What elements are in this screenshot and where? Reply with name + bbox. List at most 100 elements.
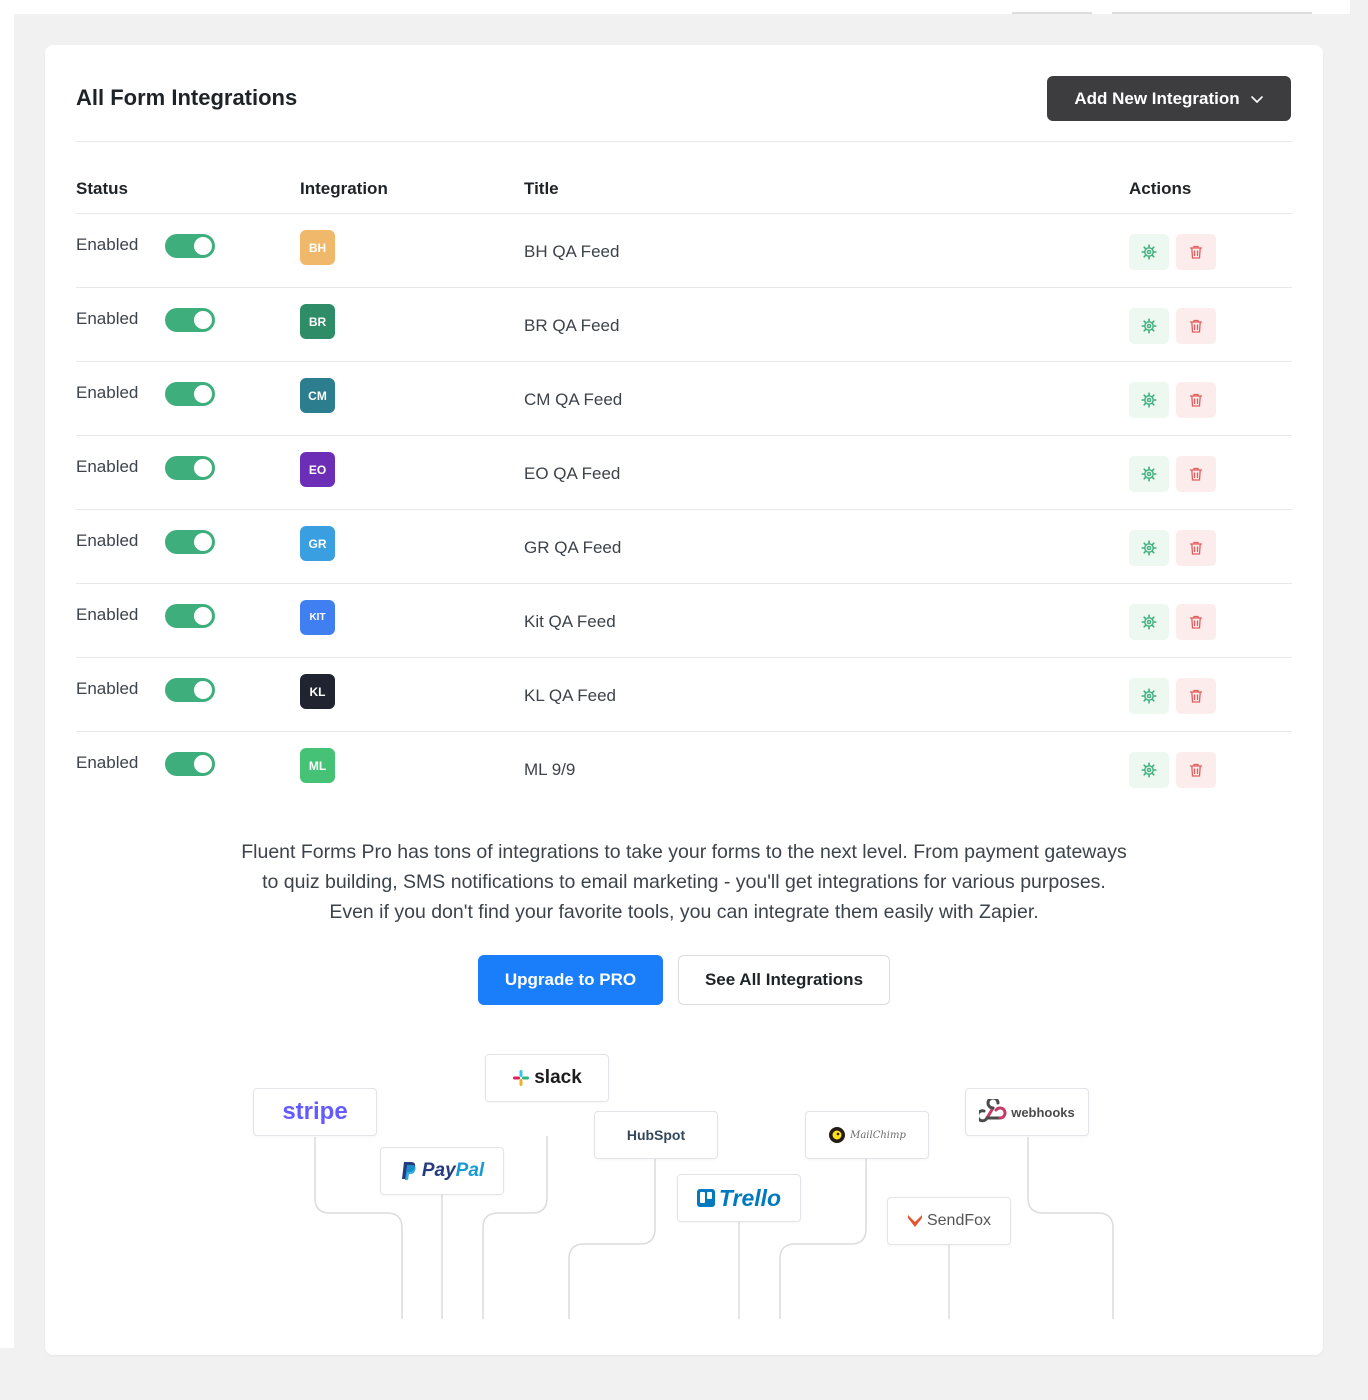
integration-title: CM QA Feed — [524, 390, 623, 409]
trash-icon — [1189, 467, 1203, 481]
slack-icon — [513, 1070, 530, 1086]
table-header: Status Integration Title Actions — [76, 165, 1292, 214]
status-toggle[interactable] — [165, 678, 215, 702]
mailchimp-wordmark: MailChimp — [850, 1129, 906, 1141]
integration-badge-icon: KIT — [300, 600, 335, 635]
gear-icon — [1141, 392, 1157, 408]
gear-icon — [1141, 540, 1157, 556]
stripe-logo: stripe — [253, 1088, 377, 1136]
delete-button[interactable] — [1176, 530, 1216, 566]
gear-icon — [1141, 762, 1157, 778]
toggle-knob — [194, 533, 212, 551]
column-header-actions: Actions — [1129, 179, 1192, 198]
toggle-knob — [194, 311, 212, 329]
table-row: Enabled BH BH QA Feed — [76, 214, 1292, 288]
integration-title: ML 9/9 — [524, 760, 576, 779]
integration-badge-icon: EO — [300, 452, 335, 487]
status-label: Enabled — [76, 309, 139, 328]
add-new-integration-button[interactable]: Add New Integration — [1047, 76, 1291, 121]
status-toggle[interactable] — [165, 752, 215, 776]
settings-button[interactable] — [1129, 530, 1169, 566]
hubspot-logo: HubSpot — [594, 1111, 718, 1159]
settings-button[interactable] — [1129, 752, 1169, 788]
trello-logo: Trello — [677, 1174, 801, 1222]
status-toggle[interactable] — [165, 456, 215, 480]
integration-title: Kit QA Feed — [524, 612, 616, 631]
trash-icon — [1189, 615, 1203, 629]
table-row: Enabled KIT Kit QA Feed — [76, 584, 1292, 658]
table-row: Enabled GR GR QA Feed — [76, 510, 1292, 584]
promo-line: to quiz building, SMS notifications to e… — [262, 871, 1106, 893]
status-toggle[interactable] — [165, 308, 215, 332]
table-row: Enabled ML ML 9/9 — [76, 732, 1292, 805]
column-header-integration: Integration — [300, 179, 388, 198]
status-toggle[interactable] — [165, 382, 215, 406]
status-label: Enabled — [76, 753, 139, 772]
promo-line: Even if you don't find your favorite too… — [329, 901, 1039, 923]
trello-icon — [696, 1189, 715, 1207]
chevron-down-icon — [1250, 95, 1263, 103]
sendfox-logo: SendFox — [887, 1197, 1011, 1245]
settings-button[interactable] — [1129, 678, 1169, 714]
delete-button[interactable] — [1176, 382, 1216, 418]
integration-title: BH QA Feed — [524, 242, 620, 261]
sendfox-icon — [907, 1215, 922, 1227]
webhooks-icon — [979, 1099, 1007, 1123]
status-label: Enabled — [76, 531, 139, 550]
toggle-knob — [194, 755, 212, 773]
table-row: Enabled KL KL QA Feed — [76, 658, 1292, 732]
integration-badge-icon: ML — [300, 748, 335, 783]
trash-icon — [1189, 319, 1203, 333]
delete-button[interactable] — [1176, 308, 1216, 344]
gear-icon — [1141, 244, 1157, 260]
sendfox-wordmark: SendFox — [926, 1212, 992, 1229]
paypal-wordmark-pay: Pay — [421, 1160, 456, 1181]
settings-button[interactable] — [1129, 604, 1169, 640]
settings-button[interactable] — [1129, 456, 1169, 492]
integration-title: BR QA Feed — [524, 316, 620, 335]
trash-icon — [1189, 245, 1203, 259]
settings-button[interactable] — [1129, 308, 1169, 344]
slack-wordmark: slack — [534, 1067, 582, 1088]
upgrade-to-pro-button[interactable]: Upgrade to PRO — [478, 955, 663, 1005]
status-toggle[interactable] — [165, 234, 215, 258]
top-bar-tab — [1012, 12, 1092, 14]
status-toggle[interactable] — [165, 530, 215, 554]
delete-button[interactable] — [1176, 752, 1216, 788]
delete-button[interactable] — [1176, 456, 1216, 492]
page-title: All Form Integrations — [76, 85, 298, 110]
top-admin-bar — [0, 0, 1350, 14]
trash-icon — [1189, 541, 1203, 555]
integration-badge-icon: BH — [300, 230, 335, 265]
gear-icon — [1141, 318, 1157, 334]
status-label: Enabled — [76, 605, 139, 624]
status-label: Enabled — [76, 457, 139, 476]
delete-button[interactable] — [1176, 234, 1216, 270]
toggle-knob — [194, 459, 212, 477]
integration-title: GR QA Feed — [524, 538, 622, 557]
status-toggle[interactable] — [165, 604, 215, 628]
delete-button[interactable] — [1176, 678, 1216, 714]
header-divider — [76, 141, 1292, 142]
top-bar-tab — [1112, 12, 1312, 14]
toggle-knob — [194, 385, 212, 403]
settings-button[interactable] — [1129, 382, 1169, 418]
integration-title: EO QA Feed — [524, 464, 621, 483]
trash-icon — [1189, 763, 1203, 777]
table-body: Enabled BH BH QA Feed Enabled BR BR QA Feed En… — [76, 214, 1292, 805]
gear-icon — [1141, 614, 1157, 630]
paypal-wordmark-pal: Pal — [455, 1160, 485, 1181]
integrations-table: Status Integration Title Actions Enabled… — [76, 165, 1292, 805]
slack-logo: slack — [485, 1054, 609, 1102]
toggle-knob — [194, 607, 212, 625]
integrations-card: All Form Integrations Add New Integratio… — [45, 45, 1323, 1355]
delete-button[interactable] — [1176, 604, 1216, 640]
toggle-knob — [194, 237, 212, 255]
integration-title: KL QA Feed — [524, 686, 616, 705]
integration-badge-icon: CM — [300, 378, 335, 413]
settings-button[interactable] — [1129, 234, 1169, 270]
status-label: Enabled — [76, 235, 139, 254]
trash-icon — [1189, 689, 1203, 703]
webhooks-wordmark: webhooks — [1011, 1104, 1075, 1120]
see-all-integrations-button[interactable]: See All Integrations — [678, 955, 890, 1005]
